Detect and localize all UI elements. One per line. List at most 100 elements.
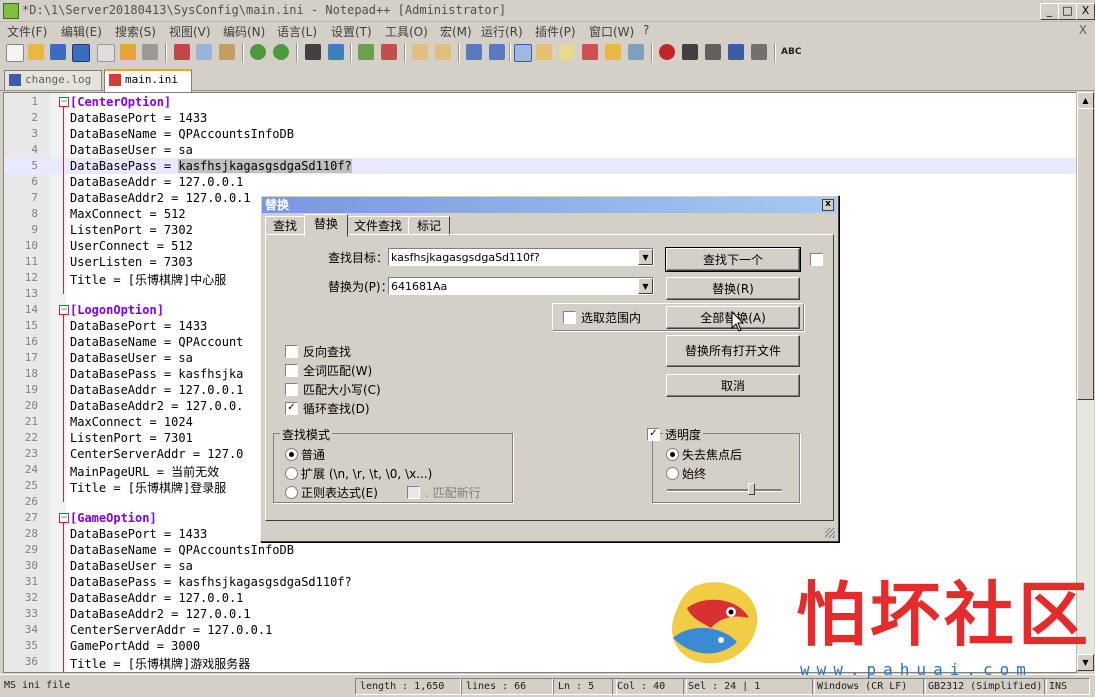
- tab-main-ini[interactable]: main.ini×: [104, 69, 192, 104]
- replace-all-open-files-button[interactable]: 替换所有打开文件: [666, 335, 800, 367]
- editor-line[interactable]: 1 − [CenterOption]: [4, 94, 1076, 110]
- cancel-button[interactable]: 取消: [666, 374, 800, 397]
- replace-button[interactable]: 替换(R): [666, 277, 800, 300]
- window-title: *D:\1\Server20180413\SysConfig\main.ini …: [22, 3, 507, 17]
- close-document-x[interactable]: X: [1079, 23, 1087, 37]
- spellcheck-icon[interactable]: ABC: [781, 44, 801, 60]
- editor-line[interactable]: 29 DataBaseName = QPAccountsInfoDB: [4, 542, 1076, 558]
- menu-plugins[interactable]: 插件(P): [535, 23, 576, 40]
- menu-view[interactable]: 视图(V): [169, 23, 211, 40]
- fold-toggle-icon[interactable]: −: [59, 97, 69, 107]
- new-file-icon[interactable]: [6, 44, 24, 62]
- tab-find-in-files[interactable]: 文件查找: [347, 216, 409, 236]
- menu-file[interactable]: 文件(F): [7, 23, 47, 40]
- transparency-slider-thumb[interactable]: [748, 483, 755, 495]
- print-icon[interactable]: [142, 44, 158, 60]
- record-macro-icon[interactable]: [659, 44, 675, 60]
- zoom-out-icon[interactable]: [381, 44, 397, 60]
- zoom-in-icon[interactable]: [358, 44, 374, 60]
- code-text-content: DataBaseName = QPAccount: [70, 335, 244, 349]
- match-case-checkbox[interactable]: [285, 383, 298, 396]
- menu-settings[interactable]: 设置(T): [331, 23, 372, 40]
- scroll-down-icon[interactable]: ▼: [1077, 654, 1094, 671]
- indent-guide-icon[interactable]: [514, 44, 532, 62]
- dialog-close-icon[interactable]: x: [822, 199, 834, 211]
- sync-v-icon[interactable]: [412, 44, 428, 60]
- tab-mark[interactable]: 标记: [408, 216, 450, 236]
- scroll-thumb[interactable]: [1077, 108, 1094, 400]
- menu-language[interactable]: 语言(L): [277, 23, 317, 40]
- close-button[interactable]: X: [1076, 3, 1095, 20]
- transparency-slider-track[interactable]: [667, 489, 782, 492]
- find-icon[interactable]: [305, 44, 321, 60]
- menu-help[interactable]: ?: [643, 23, 649, 37]
- user-lang-icon[interactable]: [536, 44, 552, 60]
- monitor-icon[interactable]: [628, 44, 644, 60]
- editor-line[interactable]: 30 DataBaseUser = sa: [4, 558, 1076, 574]
- fold-toggle-icon[interactable]: −: [59, 305, 69, 315]
- whole-word-checkbox[interactable]: [285, 364, 298, 377]
- scroll-up-icon[interactable]: ▲: [1077, 92, 1094, 109]
- editor-line[interactable]: 4 DataBaseUser = sa: [4, 142, 1076, 158]
- wrap-icon[interactable]: [466, 44, 482, 60]
- menu-run[interactable]: 运行(R): [481, 23, 523, 40]
- tab-replace[interactable]: 替换: [304, 214, 348, 237]
- save-all-icon[interactable]: [72, 44, 90, 62]
- maximize-button[interactable]: □: [1058, 3, 1077, 20]
- menu-window[interactable]: 窗口(W): [589, 23, 634, 40]
- minimize-button[interactable]: _: [1040, 3, 1059, 20]
- editor-line[interactable]: 6 DataBaseAddr = 127.0.0.1: [4, 174, 1076, 190]
- save-macro-icon[interactable]: [751, 44, 767, 60]
- menu-tools[interactable]: 工具(O): [385, 23, 428, 40]
- mode-regex-radio[interactable]: [285, 486, 298, 499]
- cut-icon[interactable]: [174, 44, 190, 60]
- find-input[interactable]: kasfhsjkagasgsdgaSd110f? ▼: [388, 248, 654, 266]
- open-file-icon[interactable]: [28, 44, 44, 60]
- sync-h-icon[interactable]: [435, 44, 451, 60]
- all-chars-icon[interactable]: [489, 44, 505, 60]
- editor-line[interactable]: 2 DataBasePort = 1433: [4, 110, 1076, 126]
- fold-toggle-icon[interactable]: −: [59, 513, 69, 523]
- paste-icon[interactable]: [219, 44, 235, 60]
- reverse-search-checkbox[interactable]: [285, 345, 298, 358]
- editor-line[interactable]: 3 DataBaseName = QPAccountsInfoDB: [4, 126, 1076, 142]
- menu-macro[interactable]: 宏(M): [440, 23, 472, 40]
- mode-normal-radio[interactable]: [285, 448, 298, 461]
- close-all-icon[interactable]: [120, 44, 136, 60]
- replace-input[interactable]: 641681Aa ▼: [388, 277, 654, 295]
- code-text-content: Title = [乐博棋牌]登录服: [70, 481, 227, 495]
- chevron-down-icon[interactable]: ▼: [638, 249, 653, 265]
- find-next-checkbox[interactable]: [810, 253, 823, 266]
- always-radio[interactable]: [666, 467, 679, 480]
- close-icon[interactable]: [97, 44, 115, 62]
- find-next-button[interactable]: 查找下一个: [665, 247, 801, 272]
- copy-icon[interactable]: [196, 44, 212, 60]
- save-icon[interactable]: [50, 44, 66, 60]
- transparency-checkbox[interactable]: ✓: [647, 428, 660, 441]
- menu-search[interactable]: 搜索(S): [115, 23, 156, 40]
- editor-line[interactable]: 5 DataBasePass = kasfhsjkagasgsdgaSd110f?: [4, 158, 1076, 174]
- run-macro-icon[interactable]: [728, 44, 744, 60]
- dot-newline-checkbox[interactable]: [407, 486, 420, 499]
- redo-icon[interactable]: [273, 44, 289, 60]
- function-list-icon[interactable]: [582, 44, 598, 60]
- code-text-content: UserListen = 7303: [70, 255, 193, 269]
- on-lose-focus-radio[interactable]: [666, 448, 679, 461]
- tab-change-log[interactable]: change.log×: [4, 70, 102, 104]
- resize-grip-icon[interactable]: [825, 528, 835, 538]
- menu-edit[interactable]: 编辑(E): [61, 23, 102, 40]
- mode-extended-radio[interactable]: [285, 467, 298, 480]
- replace-icon[interactable]: [328, 44, 344, 60]
- code-text-content: Title = [乐博棋牌]中心服: [70, 273, 227, 287]
- undo-icon[interactable]: [250, 44, 266, 60]
- code-text: DataBasePort = 1433: [70, 319, 207, 333]
- stop-macro-icon[interactable]: [682, 44, 698, 60]
- menu-encoding[interactable]: 编码(N): [223, 23, 265, 40]
- chevron-down-icon[interactable]: ▼: [638, 278, 653, 294]
- in-selection-checkbox[interactable]: [563, 311, 576, 324]
- doc-map-icon[interactable]: [559, 44, 575, 60]
- tab-find[interactable]: 查找: [265, 216, 305, 236]
- folder-workspace-icon[interactable]: [605, 44, 621, 60]
- wrap-around-checkbox[interactable]: ✓: [285, 402, 298, 415]
- play-macro-icon[interactable]: [705, 44, 721, 60]
